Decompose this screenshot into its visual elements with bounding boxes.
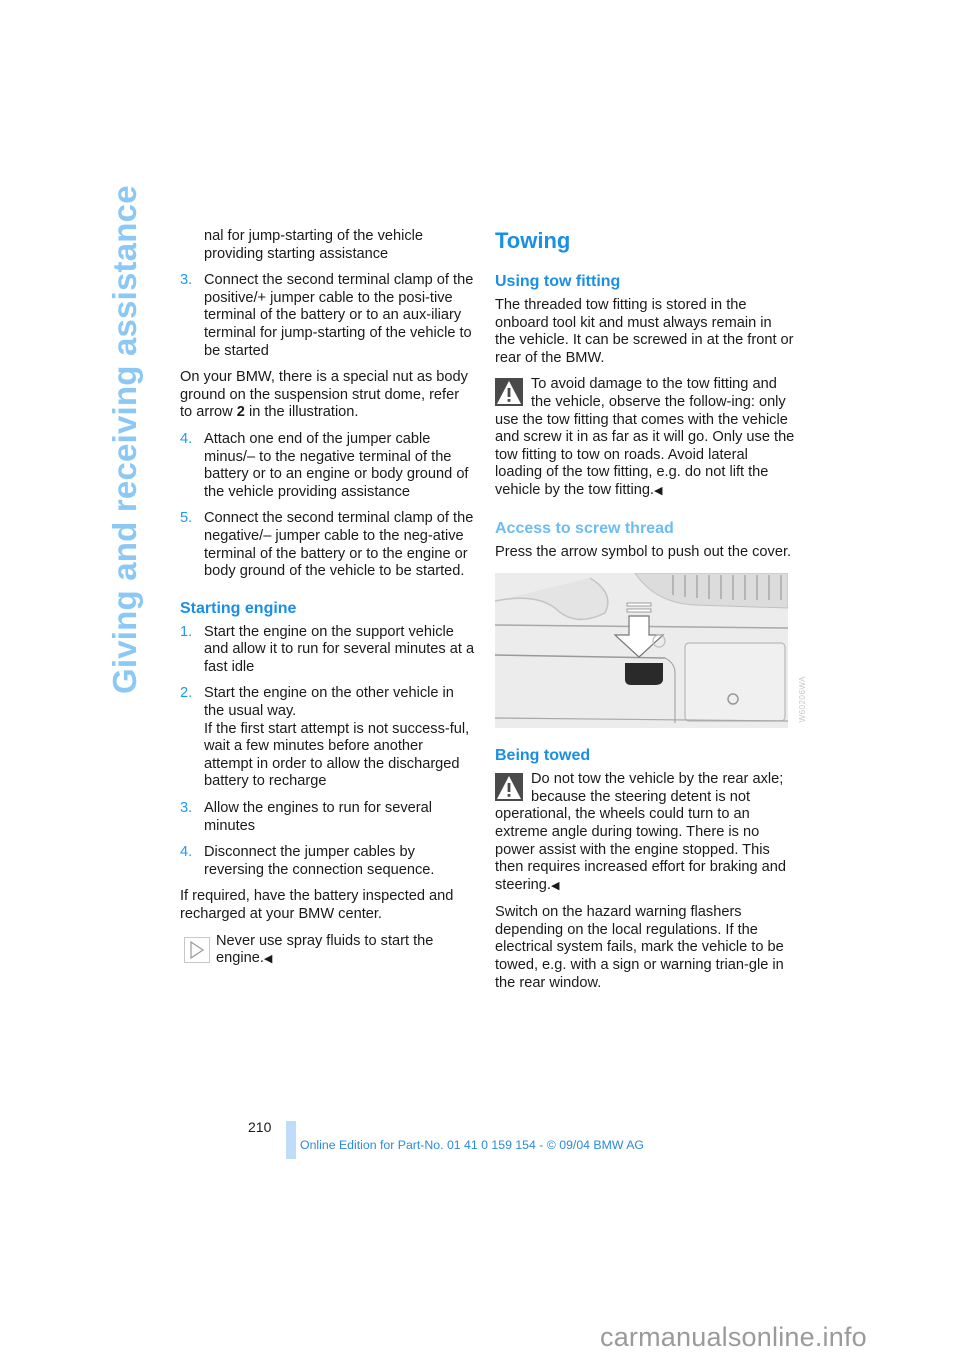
tow-cover-illustration: W60206WA	[494, 572, 807, 729]
list-item: 1. Start the engine on the support vehic…	[180, 624, 475, 677]
list-item: 4. Attach one end of the jumper cable mi…	[180, 431, 475, 501]
section-heading-using-tow-fitting: Using tow fitting	[495, 273, 621, 290]
play-arrow-icon	[184, 936, 210, 963]
list-number: 5.	[180, 510, 193, 527]
warning-text: Do not tow the vehicle by the rear axle;…	[495, 771, 786, 893]
tip-text: Never use spray fluids to start the engi…	[216, 932, 434, 967]
list-number: 3.	[180, 272, 193, 289]
list-item: 5. Connect the second terminal clamp of …	[180, 510, 475, 580]
list-item: 2. Start the engine on the other vehicle…	[180, 685, 475, 791]
list-text-extra: If the first start attempt is not succes…	[204, 720, 470, 790]
warning-triangle-icon	[495, 378, 523, 407]
list-text: Disconnect the jumper cables by reversin…	[204, 844, 435, 878]
end-mark-icon: ◀	[263, 953, 273, 966]
section-heading-starting-engine: Starting engine	[180, 599, 297, 617]
list-number: 3.	[180, 800, 193, 817]
chapter-side-title: Giving and receiving assistance	[106, 185, 143, 694]
left-column: nal for jump-starting of the vehicle pro…	[180, 228, 475, 978]
list-text: Connect the second terminal clamp of the…	[204, 510, 474, 580]
section-heading-being-towed: Being towed	[495, 747, 591, 765]
hazard-flashers-text: Switch on the hazard warning flashers de…	[495, 904, 784, 991]
page-title-towing: Towing	[495, 228, 571, 253]
warning-note: Do not tow the vehicle by the rear axle;…	[495, 771, 795, 895]
end-mark-icon: ◀	[654, 484, 663, 497]
section-heading-access-screw-thread: Access to screw thread	[495, 519, 674, 537]
list-number: 4.	[180, 430, 193, 447]
list-text: Allow the engines to run for several min…	[204, 800, 432, 834]
bmw-body-ground-note: On your BMW, there is a special nut as b…	[180, 369, 475, 422]
end-mark-icon: ◀	[550, 879, 560, 892]
list-item-continuation: nal for jump-starting of the vehicle pro…	[204, 228, 424, 262]
battery-note: If required, have the battery inspected …	[180, 888, 454, 922]
tow-fitting-text: The threaded tow fitting is stored in th…	[495, 297, 794, 366]
warning-triangle-icon	[495, 773, 523, 802]
bumper-drawing	[494, 572, 789, 729]
tip-note: Never use spray fluids to start the engi…	[180, 933, 475, 969]
list-item: 3. Connect the second terminal clamp of …	[180, 272, 475, 360]
right-column: Towing Using tow fitting The threaded to…	[494, 228, 807, 1001]
list-number: 1.	[180, 623, 193, 640]
warning-note: To avoid damage to the tow fitting and t…	[495, 376, 795, 500]
arrow-number: 2	[236, 404, 245, 421]
list-item: 3. Allow the engines to run for several …	[180, 800, 475, 835]
list-text: Connect the second terminal clamp of the…	[204, 272, 474, 359]
note-text: in the illustration.	[244, 404, 359, 421]
access-text: Press the arrow symbol to push out the c…	[495, 543, 792, 560]
site-watermark: carmanualsonline.info	[600, 1322, 867, 1352]
list-number: 4.	[180, 844, 193, 861]
list-item: 4. Disconnect the jumper cables by rever…	[180, 844, 475, 879]
page-number: 210	[248, 1119, 272, 1135]
footer-accent-bar	[286, 1121, 296, 1159]
footer-edition-text: Online Edition for Part-No. 01 41 0 159 …	[300, 1138, 644, 1152]
illustration-code: W60206WA	[798, 675, 808, 723]
list-text: Start the engine on the other vehicle in…	[204, 685, 454, 720]
list-text: Start the engine on the support vehicle …	[204, 623, 475, 675]
warning-text: To avoid damage to the tow fitting and t…	[495, 376, 795, 498]
list-number: 2.	[180, 685, 193, 702]
list-text: Attach one end of the jumper cable minus…	[204, 430, 469, 500]
